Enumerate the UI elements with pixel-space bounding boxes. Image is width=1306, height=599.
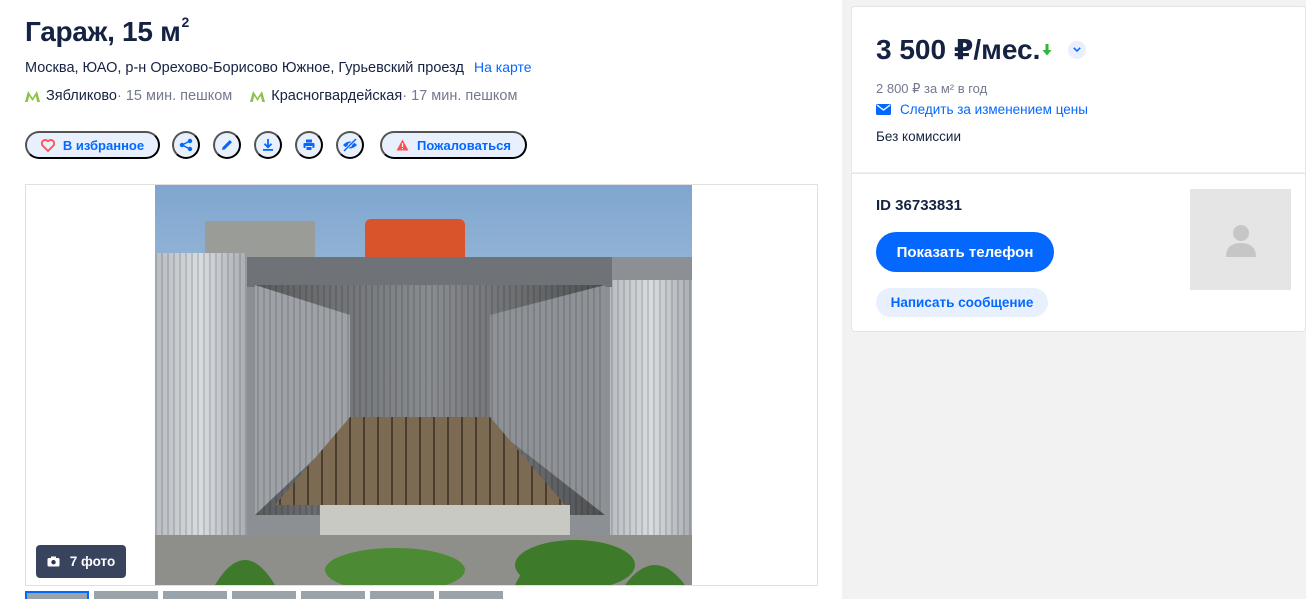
metro-time: · 17 мин. пешком bbox=[402, 88, 518, 104]
price: 3 500 ₽/мес. bbox=[876, 33, 1087, 66]
thumbnail[interactable] bbox=[439, 591, 503, 599]
print-icon bbox=[303, 139, 315, 151]
favorite-button[interactable]: В избранное bbox=[25, 131, 160, 159]
edit-button[interactable] bbox=[213, 131, 241, 159]
download-button[interactable] bbox=[254, 131, 282, 159]
envelope-icon bbox=[876, 104, 891, 115]
contact-card: ID 36733831 Показать телефон Написать со… bbox=[851, 173, 1306, 332]
thumbnail[interactable] bbox=[163, 591, 227, 599]
hide-button[interactable] bbox=[336, 131, 364, 159]
main-photo[interactable] bbox=[155, 185, 692, 585]
price-card: 3 500 ₽/мес. 2 800 ₽ за м² в год Следить… bbox=[851, 6, 1306, 172]
metro-station: Зябликово bbox=[46, 88, 117, 104]
thumbnail[interactable] bbox=[370, 591, 434, 599]
download-icon bbox=[263, 139, 273, 151]
photo-count-label: 7 фото bbox=[69, 554, 116, 569]
page-title: Гараж, 15 м2 bbox=[25, 14, 189, 47]
avatar[interactable] bbox=[1190, 189, 1291, 290]
map-link[interactable]: На карте bbox=[474, 59, 532, 75]
warning-icon bbox=[396, 139, 409, 151]
address: Москва, ЮАО, р-н Орехово-Борисово Южное,… bbox=[25, 59, 532, 76]
photo-gallery[interactable]: 7 фото bbox=[25, 184, 818, 586]
garage-photo bbox=[155, 185, 692, 585]
camera-icon bbox=[47, 556, 60, 567]
share-icon bbox=[179, 138, 193, 152]
report-label: Пожаловаться bbox=[417, 137, 511, 153]
follow-price-link[interactable]: Следить за изменением цены bbox=[876, 102, 1088, 117]
report-button[interactable]: Пожаловаться bbox=[380, 131, 527, 159]
metro-station: Красногвардейская bbox=[271, 88, 403, 104]
thumbnail[interactable] bbox=[94, 591, 158, 599]
hide-icon bbox=[342, 138, 358, 152]
follow-label: Следить за изменением цены bbox=[900, 102, 1088, 117]
thumbnail[interactable] bbox=[301, 591, 365, 599]
thumbnail[interactable] bbox=[25, 591, 89, 599]
show-phone-button[interactable]: Показать телефон bbox=[876, 232, 1054, 272]
print-button[interactable] bbox=[295, 131, 323, 159]
metro-icon bbox=[25, 90, 40, 102]
metro-item[interactable]: Красногвардейская · 17 мин. пешком bbox=[250, 88, 517, 104]
price-down-arrow-icon bbox=[1042, 43, 1052, 55]
write-message-button[interactable]: Написать сообщение bbox=[876, 288, 1048, 317]
price-value: 3 500 ₽/мес. bbox=[876, 34, 1041, 65]
action-bar: В избранное Пожаловаться bbox=[25, 131, 527, 159]
user-icon bbox=[1225, 224, 1256, 257]
pencil-icon bbox=[222, 140, 232, 150]
share-button[interactable] bbox=[172, 131, 200, 159]
thumbnail-strip bbox=[25, 591, 508, 599]
price-per-meter: 2 800 ₽ за м² в год bbox=[876, 81, 988, 96]
offer-id: ID 36733831 bbox=[876, 197, 962, 214]
metro-list: Зябликово · 15 мин. пешком Красногвардей… bbox=[25, 88, 517, 104]
favorite-label: В избранное bbox=[62, 137, 145, 153]
commission-info: Без комиссии bbox=[876, 129, 961, 144]
metro-item[interactable]: Зябликово · 15 мин. пешком bbox=[25, 88, 232, 104]
address-text: Москва, ЮАО, р-н Орехово-Борисово Южное,… bbox=[25, 60, 464, 76]
thumbnail[interactable] bbox=[232, 591, 296, 599]
metro-time: · 15 мин. пешком bbox=[117, 88, 233, 104]
chevron-down-icon bbox=[1073, 47, 1082, 52]
photo-count-badge[interactable]: 7 фото bbox=[36, 545, 126, 578]
metro-icon bbox=[250, 90, 266, 102]
heart-icon bbox=[40, 138, 55, 152]
price-history-toggle[interactable] bbox=[1068, 40, 1087, 59]
